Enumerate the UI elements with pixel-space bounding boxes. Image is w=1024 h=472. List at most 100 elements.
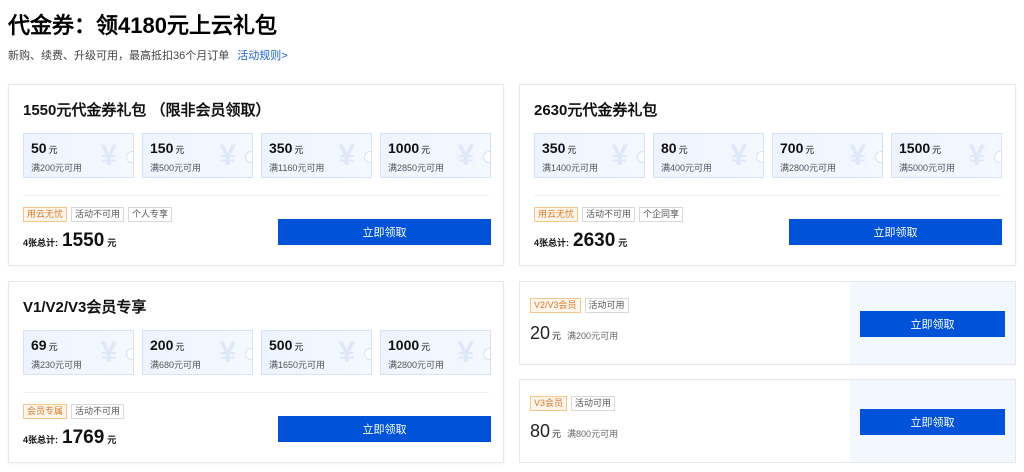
coupon-item: ¥700 元满2800元可用 — [772, 133, 883, 178]
coupon-condition: 满2800元可用 — [388, 360, 445, 370]
coupon-list: ¥50 元满200元可用 ¥150 元满500元可用 ¥350 元满1160元可用 ¥… — [23, 133, 491, 178]
coupon-amount: 500 元 — [269, 337, 303, 353]
claim-button[interactable]: 立即领取 — [278, 416, 491, 442]
package-title: 2630元代金券礼包 — [534, 102, 658, 119]
tag-list: V3会员 活动可用 — [530, 396, 616, 411]
yen-icon: ¥ — [730, 139, 747, 172]
coupon-condition: 满1400元可用 — [542, 163, 599, 173]
single-coupon-card-v2v3: V2/V3会员 活动可用 20 元满200元可用 立即领取 — [519, 281, 1016, 365]
tag-list: 用云无忧 活动不可用 个企同享 — [534, 207, 684, 222]
coupon-item: ¥200 元满680元可用 — [142, 330, 253, 375]
divider — [23, 195, 489, 196]
coupon-item: ¥1500 元满5000元可用 — [891, 133, 1002, 178]
coupon-item: ¥80 元满400元可用 — [653, 133, 764, 178]
claim-button[interactable]: 立即领取 — [278, 219, 491, 245]
tag-badge: 个人专享 — [128, 207, 173, 222]
coupon-amount: 69 元 — [31, 337, 58, 353]
total-value: 2630 — [573, 230, 616, 251]
coupon-amount-value: 1000 — [388, 337, 420, 353]
coupon-amount-value: 20 — [530, 323, 551, 343]
yen-icon: ¥ — [219, 336, 236, 369]
coupon-condition: 满1650元可用 — [269, 360, 326, 370]
tag-badge: 活动可用 — [571, 396, 616, 411]
coupon-list: ¥350 元满1400元可用 ¥80 元满400元可用 ¥700 元满2800元可用 … — [534, 133, 1002, 178]
package-card-1550: 1550元代金券礼包 （限非会员领取） ¥50 元满200元可用 ¥150 元满50… — [8, 84, 504, 266]
tag-badge: 用云无忧 — [23, 207, 68, 222]
tag-badge: 个企同享 — [639, 207, 684, 222]
total-amount: 4张总计: 1550 元 — [23, 230, 116, 252]
coupon-amount-unit: 元 — [932, 145, 942, 155]
tag-list: 用云无忧 活动不可用 个人专享 — [23, 207, 173, 222]
yen-icon: ¥ — [100, 336, 117, 369]
coupon-amount: 80 元满800元可用 — [530, 421, 618, 442]
tag-badge: 活动不可用 — [71, 404, 125, 419]
coupon-item: ¥69 元满230元可用 — [23, 330, 134, 375]
total-unit: 元 — [107, 435, 117, 445]
yen-icon: ¥ — [611, 139, 628, 172]
yen-icon: ¥ — [457, 336, 474, 369]
coupon-condition: 满5000元可用 — [899, 163, 956, 173]
coupon-amount-unit: 元 — [294, 145, 304, 155]
activity-rules-link[interactable]: 活动规则> — [237, 50, 287, 62]
package-card-member: V1/V2/V3会员专享 ¥69 元满230元可用 ¥200 元满680元可用 ¥5… — [8, 281, 504, 463]
coupon-amount-value: 700 — [780, 140, 804, 156]
coupon-amount-value: 50 — [31, 140, 47, 156]
tag-badge: 活动可用 — [584, 298, 629, 313]
coupon-item: ¥1000 元满2800元可用 — [380, 330, 491, 375]
coupon-amount-unit: 元 — [48, 145, 58, 155]
coupon-amount: 1000 元 — [388, 337, 430, 353]
yen-icon: ¥ — [219, 139, 236, 172]
tag-badge: 会员专属 — [23, 404, 68, 419]
total-label: 4张总计: — [534, 238, 570, 248]
total-value: 1550 — [62, 230, 105, 251]
divider — [534, 195, 1001, 196]
coupon-amount: 80 元 — [661, 140, 688, 156]
coupon-amount-unit: 元 — [175, 342, 185, 352]
coupon-amount-value: 200 — [150, 337, 174, 353]
subtitle-text: 新购、续费、升级可用，最高抵扣36个月订单 — [8, 50, 230, 62]
single-coupon-card-v3: V3会员 活动可用 80 元满800元可用 立即领取 — [519, 379, 1016, 463]
coupon-amount-unit: 元 — [48, 342, 58, 352]
coupon-condition: 满400元可用 — [661, 163, 713, 173]
total-amount: 4张总计: 1769 元 — [23, 427, 116, 449]
coupon-condition: 满200元可用 — [31, 163, 83, 173]
package-card-2630: 2630元代金券礼包 ¥350 元满1400元可用 ¥80 元满400元可用 ¥70… — [519, 84, 1016, 266]
tag-badge: V3会员 — [530, 396, 568, 411]
coupon-item: ¥1000 元满2850元可用 — [380, 133, 491, 178]
coupon-amount-unit: 元 — [552, 429, 562, 439]
claim-button[interactable]: 立即领取 — [860, 311, 1005, 337]
total-unit: 元 — [618, 238, 628, 248]
coupon-condition: 满680元可用 — [150, 360, 202, 370]
claim-button[interactable]: 立即领取 — [789, 219, 1002, 245]
coupon-amount-value: 150 — [150, 140, 174, 156]
yen-icon: ¥ — [457, 139, 474, 172]
claim-button[interactable]: 立即领取 — [860, 409, 1005, 435]
yen-icon: ¥ — [338, 139, 355, 172]
coupon-amount-unit: 元 — [175, 145, 185, 155]
coupon-amount-value: 80 — [530, 421, 551, 441]
coupon-amount: 150 元 — [150, 140, 184, 156]
coupon-item: ¥500 元满1650元可用 — [261, 330, 372, 375]
coupon-condition: 满500元可用 — [150, 163, 202, 173]
divider — [23, 392, 489, 393]
tag-badge: 活动不可用 — [71, 207, 125, 222]
coupon-item: ¥50 元满200元可用 — [23, 133, 134, 178]
coupon-list: ¥69 元满230元可用 ¥200 元满680元可用 ¥500 元满1650元可用 ¥… — [23, 330, 491, 375]
tag-badge: 活动不可用 — [582, 207, 636, 222]
coupon-condition: 满800元可用 — [567, 429, 619, 439]
coupon-amount-value: 80 — [661, 140, 677, 156]
coupon-amount-unit: 元 — [678, 145, 688, 155]
coupon-amount-value: 350 — [269, 140, 293, 156]
coupon-amount: 700 元 — [780, 140, 814, 156]
coupon-amount-value: 1500 — [899, 140, 931, 156]
coupon-item: ¥350 元满1160元可用 — [261, 133, 372, 178]
coupon-amount: 20 元满200元可用 — [530, 323, 618, 344]
coupon-amount: 200 元 — [150, 337, 184, 353]
tag-list: V2/V3会员 活动可用 — [530, 298, 629, 313]
coupon-amount-unit: 元 — [294, 342, 304, 352]
yen-icon: ¥ — [100, 139, 117, 172]
coupon-amount-value: 69 — [31, 337, 47, 353]
coupon-amount-unit: 元 — [567, 145, 577, 155]
total-unit: 元 — [107, 238, 117, 248]
coupon-amount: 1000 元 — [388, 140, 430, 156]
